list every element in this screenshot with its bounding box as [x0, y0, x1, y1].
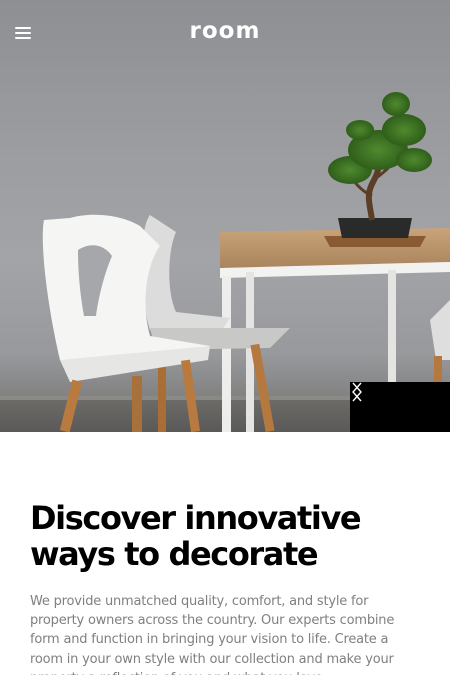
intro-paragraph: We provide unmatched quality, comfort, a… [30, 594, 395, 675]
intro-section: Discover innovative ways to decorate We … [30, 500, 425, 675]
slider-navigation [350, 382, 450, 432]
top-navigation-bar: room [0, 0, 450, 66]
hero-image: room [0, 0, 450, 432]
chevron-right-icon [352, 382, 362, 402]
site-logo[interactable]: room [0, 18, 450, 44]
page-headline: Discover innovative ways to decorate [30, 499, 362, 573]
next-slide-button[interactable] [352, 382, 450, 432]
